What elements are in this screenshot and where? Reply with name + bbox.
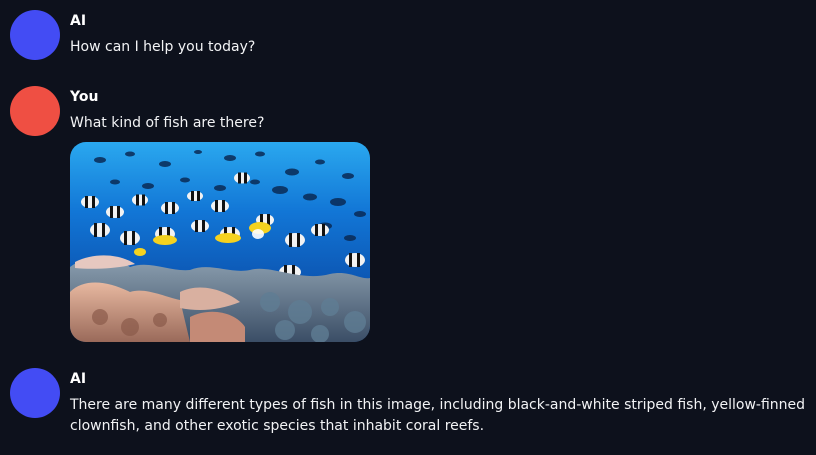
message-text: What kind of fish are there? xyxy=(70,115,265,131)
message-content: AI How can I help you today? xyxy=(70,10,255,58)
message-ai-greeting: AI How can I help you today? xyxy=(10,10,255,60)
message-ai-answer: AI There are many different types of fis… xyxy=(10,368,808,437)
author-name: AI xyxy=(70,371,87,387)
user-avatar xyxy=(10,86,60,136)
message-content: You What kind of fish are there? xyxy=(70,86,370,342)
ai-avatar xyxy=(10,10,60,60)
author-name: AI xyxy=(70,13,87,29)
attached-reef-image[interactable] xyxy=(70,142,370,342)
message-content: AI There are many different types of fis… xyxy=(70,368,808,437)
message-user-question: You What kind of fish are there? xyxy=(10,86,370,342)
message-text: There are many different types of fish i… xyxy=(70,397,806,434)
ai-avatar xyxy=(10,368,60,418)
message-text: How can I help you today? xyxy=(70,39,256,55)
author-name: You xyxy=(70,89,99,105)
